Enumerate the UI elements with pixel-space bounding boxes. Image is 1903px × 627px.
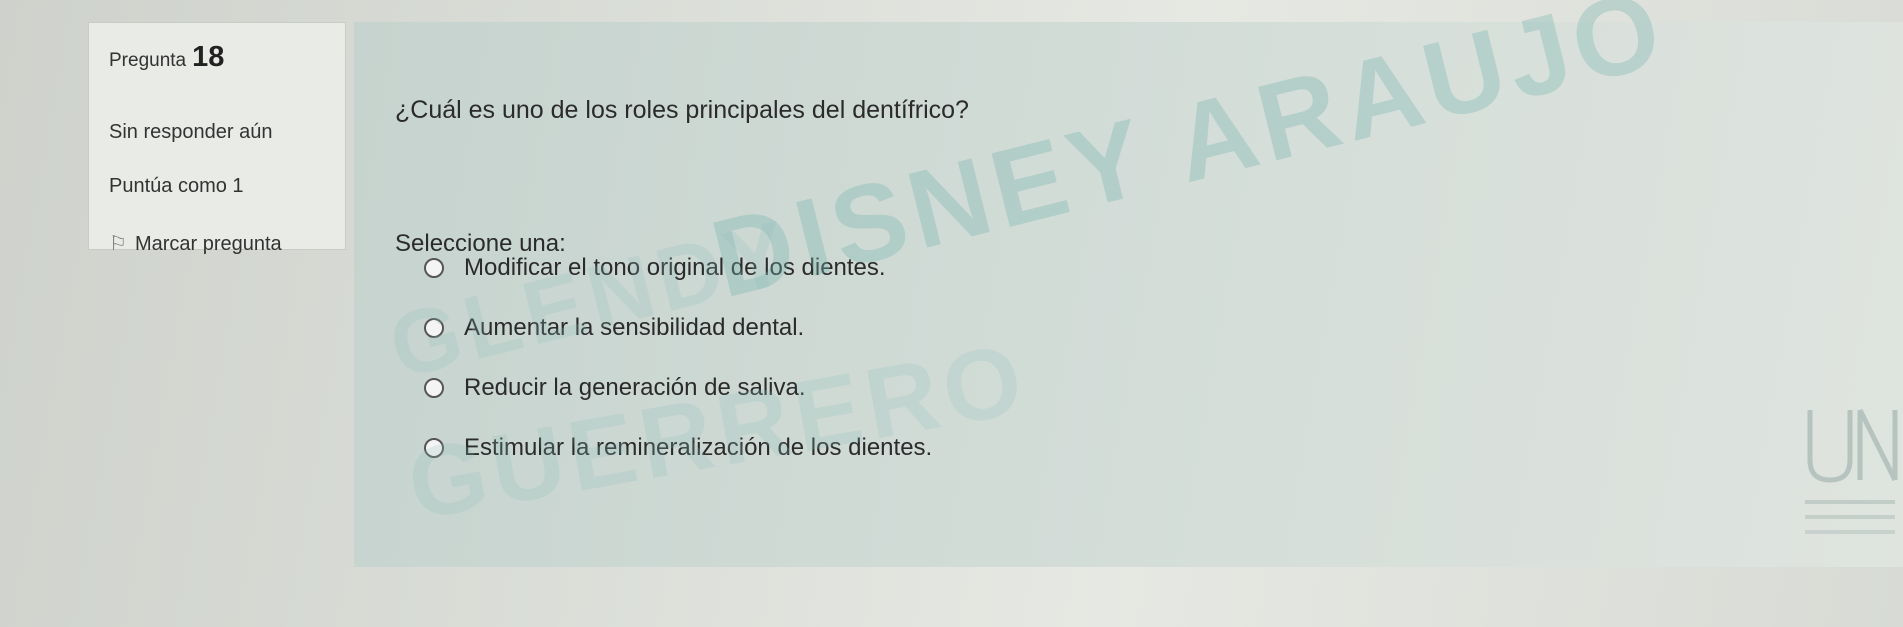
radio-button[interactable] (424, 258, 444, 278)
option-label: Reducir la generación de saliva. (464, 374, 806, 401)
answer-option-4[interactable]: Estimular la remineralización de los die… (424, 432, 932, 464)
question-state: Sin responder aún (109, 121, 273, 143)
question-info-panel: Pregunta 18 Sin responder aún Puntúa como… (88, 22, 346, 255)
flag-question-link[interactable]: ⚐ Marcar pregunta (109, 231, 282, 256)
option-label: Estimular la remineralización de los die… (464, 434, 933, 461)
radio-button[interactable] (424, 378, 444, 398)
flag-icon: ⚐ (109, 233, 127, 255)
question-content: ¿Cuál es uno de los roles principales de… (354, 22, 1903, 567)
answer-option-1[interactable]: Modificar el tono original de los diente… (424, 252, 886, 284)
question-grade: Puntúa como 1 (109, 175, 244, 197)
question-number: Pregunta 18 (109, 41, 224, 74)
radio-button[interactable] (424, 318, 444, 338)
question-label: Pregunta (109, 50, 187, 71)
option-label: Modificar el tono original de los diente… (464, 254, 886, 281)
question-text: ¿Cuál es uno de los roles principales de… (395, 96, 969, 124)
question-number-value: 18 (192, 41, 225, 73)
answer-option-2[interactable]: Aumentar la sensibilidad dental. (424, 312, 804, 344)
radio-button[interactable] (424, 438, 444, 458)
flag-label: Marcar pregunta (134, 233, 282, 255)
option-label: Aumentar la sensibilidad dental. (464, 314, 805, 341)
answer-option-3[interactable]: Reducir la generación de saliva. (424, 372, 806, 404)
